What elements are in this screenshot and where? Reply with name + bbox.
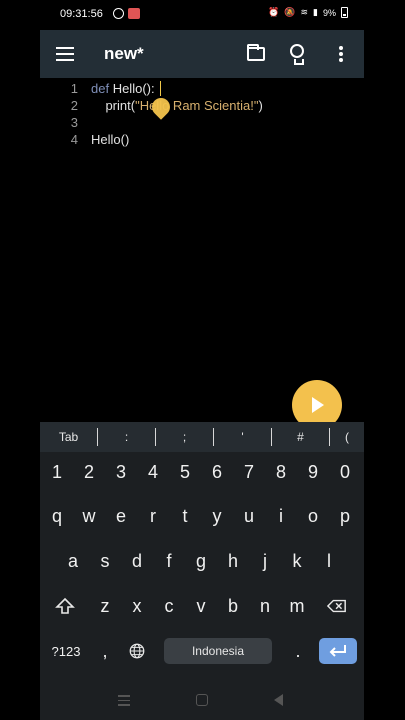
- app-bar: new*: [40, 30, 364, 78]
- code-line: 2 print("Hello Ram Scientia!"): [40, 98, 364, 115]
- key[interactable]: p: [330, 498, 360, 534]
- battery-icon: [341, 7, 348, 18]
- back-icon[interactable]: [274, 694, 283, 706]
- key[interactable]: 3: [106, 454, 136, 490]
- status-right: ⏰ 🔕 ≋ ▮ 9%: [268, 7, 348, 18]
- enter-icon: [329, 645, 346, 657]
- signal-icon: ▮: [313, 7, 318, 17]
- status-bar: 09:31:56 ⏰ 🔕 ≋ ▮ 9%: [40, 0, 364, 30]
- code-text: Hello(): [91, 132, 130, 147]
- keyboard: 1 2 3 4 5 6 7 8 9 0 q w e r t y u i o p …: [40, 452, 364, 682]
- key[interactable]: x: [122, 588, 152, 624]
- status-time: 09:31:56: [60, 8, 103, 20]
- key[interactable]: h: [218, 543, 248, 579]
- alarm-icon: ⏰: [268, 7, 280, 17]
- line-number: 2: [70, 98, 78, 113]
- key[interactable]: t: [170, 498, 200, 534]
- wifi-icon: ≋: [300, 7, 309, 17]
- key[interactable]: r: [138, 498, 168, 534]
- phone-screen: 09:31:56 ⏰ 🔕 ≋ ▮ 9% new* 1 def Hello(): …: [40, 0, 364, 720]
- key[interactable]: 5: [170, 454, 200, 490]
- line-number: 1: [70, 81, 78, 96]
- key[interactable]: g: [186, 543, 216, 579]
- key[interactable]: o: [298, 498, 328, 534]
- symbol-key-tab[interactable]: Tab: [40, 428, 98, 446]
- code-editor[interactable]: 1 def Hello(): 2 print("Hello Ram Scient…: [40, 78, 364, 422]
- symbol-key-quote[interactable]: ': [214, 428, 272, 446]
- qwerty-row: q w e r t y u i o p: [40, 498, 364, 534]
- symbol-key-colon[interactable]: :: [98, 428, 156, 446]
- key[interactable]: 2: [74, 454, 104, 490]
- key[interactable]: v: [186, 588, 216, 624]
- line-number: 4: [70, 132, 78, 147]
- space-bar[interactable]: Indonesia: [164, 638, 272, 664]
- code-text: print(: [91, 98, 136, 113]
- menu-icon[interactable]: [56, 47, 74, 61]
- file-title: new*: [104, 44, 144, 63]
- key[interactable]: 0: [330, 454, 360, 490]
- key[interactable]: k: [282, 543, 312, 579]
- whatsapp-icon: [113, 8, 124, 19]
- shift-icon[interactable]: [50, 588, 80, 624]
- home-icon[interactable]: [196, 694, 208, 706]
- symbol-bar: Tab : ; ' # (: [40, 422, 364, 452]
- key[interactable]: z: [90, 588, 120, 624]
- lightbulb-icon[interactable]: [290, 44, 304, 65]
- period-key[interactable]: .: [283, 633, 313, 669]
- number-row: 1 2 3 4 5 6 7 8 9 0: [40, 454, 364, 490]
- symbol-key-hash[interactable]: #: [272, 428, 330, 446]
- key[interactable]: w: [74, 498, 104, 534]
- symbols-key[interactable]: ?123: [50, 633, 82, 669]
- key[interactable]: 1: [42, 454, 72, 490]
- key[interactable]: e: [106, 498, 136, 534]
- key[interactable]: 9: [298, 454, 328, 490]
- globe-icon[interactable]: [122, 633, 152, 669]
- mute-icon: 🔕: [284, 7, 296, 17]
- backspace-icon[interactable]: [322, 588, 352, 624]
- key[interactable]: j: [250, 543, 280, 579]
- key[interactable]: y: [202, 498, 232, 534]
- asdf-row: a s d f g h j k l: [40, 543, 364, 579]
- key[interactable]: i: [266, 498, 296, 534]
- key[interactable]: b: [218, 588, 248, 624]
- key[interactable]: 8: [266, 454, 296, 490]
- code-text: ): [258, 98, 263, 113]
- notification-icons: [113, 8, 140, 19]
- text-caret: [160, 81, 161, 96]
- code-line: 3: [40, 115, 364, 132]
- enter-key[interactable]: [319, 638, 357, 664]
- code-line: 4 Hello(): [40, 132, 364, 149]
- key[interactable]: c: [154, 588, 184, 624]
- more-vert-icon[interactable]: [339, 46, 343, 62]
- symbol-key-semicolon[interactable]: ;: [156, 428, 214, 446]
- key[interactable]: q: [42, 498, 72, 534]
- key[interactable]: 4: [138, 454, 168, 490]
- symbol-key-paren[interactable]: (: [330, 428, 364, 446]
- battery-percent: 9%: [322, 7, 336, 18]
- key[interactable]: l: [314, 543, 344, 579]
- key[interactable]: m: [282, 588, 312, 624]
- comma-key[interactable]: ,: [90, 633, 120, 669]
- bottom-row: ?123 , Indonesia .: [40, 633, 364, 669]
- key[interactable]: 7: [234, 454, 264, 490]
- system-nav-bar: [40, 682, 364, 720]
- code-line: 1 def Hello():: [40, 81, 364, 98]
- code-text: Hello():: [109, 81, 155, 96]
- recents-icon[interactable]: [118, 695, 130, 706]
- key[interactable]: n: [250, 588, 280, 624]
- key[interactable]: f: [154, 543, 184, 579]
- key[interactable]: s: [90, 543, 120, 579]
- key[interactable]: d: [122, 543, 152, 579]
- keyword: def: [91, 81, 110, 96]
- line-number: 3: [70, 115, 78, 130]
- key[interactable]: 6: [202, 454, 232, 490]
- key[interactable]: u: [234, 498, 264, 534]
- notification-icon: [128, 8, 140, 19]
- folder-icon[interactable]: [247, 44, 265, 61]
- zxcv-row: z x c v b n m: [40, 588, 364, 624]
- key[interactable]: a: [58, 543, 88, 579]
